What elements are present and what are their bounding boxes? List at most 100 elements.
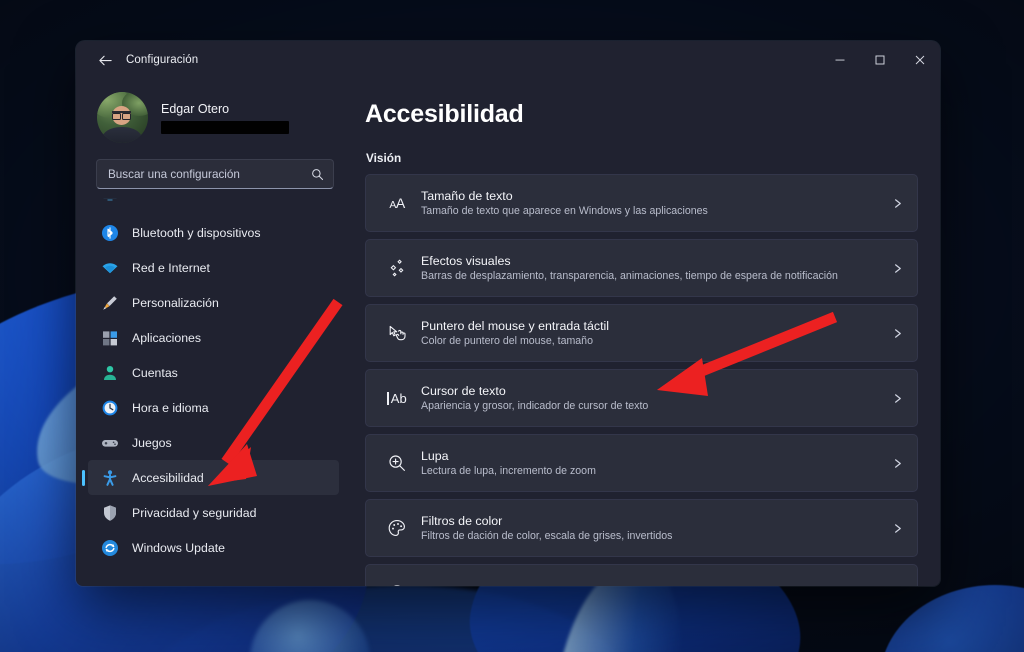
user-profile[interactable]: Edgar Otero — [88, 79, 339, 159]
minimize-icon — [835, 59, 845, 61]
sidebar-item-label: Sistema — [132, 198, 176, 201]
card-title: Puntero del mouse y entrada táctil — [421, 319, 610, 333]
apps-icon — [100, 328, 119, 347]
sidebar-item-label: Privacidad y seguridad — [132, 505, 257, 520]
sidebar-item-system-clipped[interactable]: Sistema — [88, 198, 339, 213]
sidebar-item-accesibilidad[interactable]: Accesibilidad — [88, 460, 339, 495]
sidebar-item-hora-e-idioma[interactable]: Hora e idioma — [88, 390, 339, 425]
sidebar-item-bluetooth-y-dispositivos[interactable]: Bluetooth y dispositivos — [88, 215, 339, 250]
card-efectos-visuales[interactable]: Efectos visuales Barras de desplazamient… — [365, 239, 918, 297]
sidebar-item-aplicaciones[interactable]: Aplicaciones — [88, 320, 339, 355]
search-container — [88, 159, 339, 189]
card-puntero-del-mouse-y-entrada-tactil[interactable]: Puntero del mouse y entrada táctil Color… — [365, 304, 918, 362]
card-cursor-de-texto[interactable]: Ab Cursor de texto Apariencia y grosor, … — [365, 369, 918, 427]
wifi-icon — [100, 258, 119, 277]
sidebar-item-label: Accesibilidad — [132, 470, 204, 485]
card-subtitle: Tamaño de texto que aparece en Windows y… — [421, 205, 708, 217]
magnifier-icon — [382, 453, 412, 473]
page-title: Accesibilidad — [365, 100, 524, 128]
sidebar-item-windows-update[interactable]: Windows Update — [88, 530, 339, 565]
avatar-torso — [102, 127, 142, 143]
card-subtitle: Lectura de lupa, incremento de zoom — [421, 465, 596, 477]
text-size-icon: AA — [389, 194, 405, 211]
card-text: Cursor de texto Apariencia y grosor, ind… — [421, 384, 648, 412]
search-input[interactable] — [108, 167, 311, 181]
card-title: Tamaño de texto — [421, 189, 513, 203]
minimize-button[interactable] — [820, 41, 860, 79]
sidebar-item-label: Cuentas — [132, 365, 178, 380]
card-text: Puntero del mouse y entrada táctil Color… — [421, 319, 609, 347]
card-subtitle: Color de puntero del mouse, tamaño — [421, 335, 593, 347]
sidebar-item-privacidad-y-seguridad[interactable]: Privacidad y seguridad — [88, 495, 339, 530]
mouse-pointer-touch-icon — [382, 323, 412, 343]
search-icon[interactable] — [311, 168, 324, 181]
chevron-right-icon[interactable] — [884, 198, 903, 209]
sidebar-item-label: Hora e idioma — [132, 400, 209, 415]
card-title: Temas de contraste — [421, 585, 529, 586]
avatar — [97, 92, 148, 143]
card-temas-de-contraste[interactable]: Temas de contraste — [365, 564, 918, 586]
clock-icon — [100, 398, 119, 417]
sidebar: Edgar Otero Buscar una configuración Blu… — [76, 79, 351, 586]
close-button[interactable] — [900, 41, 940, 79]
chevron-right-icon[interactable] — [884, 328, 903, 339]
accounts-icon — [100, 363, 119, 382]
sidebar-nav: Sistema Bluetooth — [88, 198, 339, 565]
settings-window: Configuración Edgar Otero Buscar una con… — [76, 41, 940, 586]
accessibility-icon — [100, 468, 119, 487]
card-text: Filtros de color Filtros de dación de co… — [421, 514, 672, 542]
sidebar-item-red-e-internet[interactable]: Red e Internet — [88, 250, 339, 285]
color-palette-icon — [382, 518, 412, 538]
close-icon — [915, 55, 925, 65]
card-title: Efectos visuales — [421, 254, 511, 268]
card-title: Lupa — [421, 449, 449, 463]
sidebar-item-label: Juegos — [132, 435, 172, 450]
text-cursor-icon: Ab — [382, 391, 412, 405]
contrast-icon — [382, 583, 412, 586]
chevron-right-icon[interactable] — [884, 263, 903, 274]
desktop: Configuración Edgar Otero Buscar una con… — [0, 0, 1024, 652]
profile-name: Edgar Otero — [161, 101, 230, 116]
card-text: Temas de contraste — [421, 585, 529, 586]
back-button[interactable] — [88, 45, 122, 75]
card-subtitle: Filtros de dación de color, escala de gr… — [421, 530, 673, 542]
card-filtros-de-color[interactable]: Filtros de color Filtros de dación de co… — [365, 499, 918, 557]
sparkle-icon — [382, 258, 412, 278]
profile-email-redacted — [161, 120, 289, 134]
arrow-left-icon — [98, 55, 112, 65]
maximize-icon — [875, 55, 885, 65]
shield-icon — [100, 503, 119, 522]
sidebar-item-label: Personalización — [132, 295, 219, 310]
window-controls — [820, 41, 940, 79]
maximize-button[interactable] — [860, 41, 900, 79]
system-icon — [100, 198, 119, 203]
card-text: Efectos visuales Barras de desplazamient… — [421, 254, 838, 282]
window-titlebar: Configuración — [76, 41, 940, 79]
card-tamano-de-texto[interactable]: AA Tamaño de texto Tamaño de texto que a… — [365, 174, 918, 232]
chevron-right-icon[interactable] — [884, 458, 903, 469]
profile-text: Edgar Otero — [161, 102, 289, 134]
card-text: Lupa Lectura de lupa, incremento de zoom — [421, 449, 596, 477]
card-subtitle: Apariencia y grosor, indicador de cursor… — [421, 400, 649, 412]
update-icon — [100, 538, 119, 557]
bluetooth-icon — [100, 223, 119, 242]
sidebar-item-label: Bluetooth y dispositivos — [132, 225, 261, 240]
sidebar-item-personalizacion[interactable]: Personalización — [88, 285, 339, 320]
main-content: Accesibilidad Visión AA Tamaño de texto … — [351, 79, 940, 586]
chevron-right-icon[interactable] — [884, 523, 903, 534]
card-subtitle: Barras de desplazamiento, transparencia,… — [421, 270, 838, 282]
search-box[interactable] — [96, 159, 334, 189]
window-title: Configuración — [126, 54, 199, 66]
sidebar-item-juegos[interactable]: Juegos — [88, 425, 339, 460]
card-title: Filtros de color — [421, 514, 503, 528]
chevron-right-icon[interactable] — [884, 393, 903, 404]
window-body: Edgar Otero Buscar una configuración Blu… — [76, 79, 940, 586]
sidebar-item-label: Aplicaciones — [132, 330, 202, 345]
section-heading-vision: Visión — [366, 151, 402, 165]
avatar-glasses — [112, 111, 131, 120]
card-lupa[interactable]: Lupa Lectura de lupa, incremento de zoom — [365, 434, 918, 492]
card-title: Cursor de texto — [421, 384, 506, 398]
gamepad-icon — [100, 433, 119, 452]
sidebar-item-cuentas[interactable]: Cuentas — [88, 355, 339, 390]
sidebar-item-label: Windows Update — [132, 540, 225, 555]
